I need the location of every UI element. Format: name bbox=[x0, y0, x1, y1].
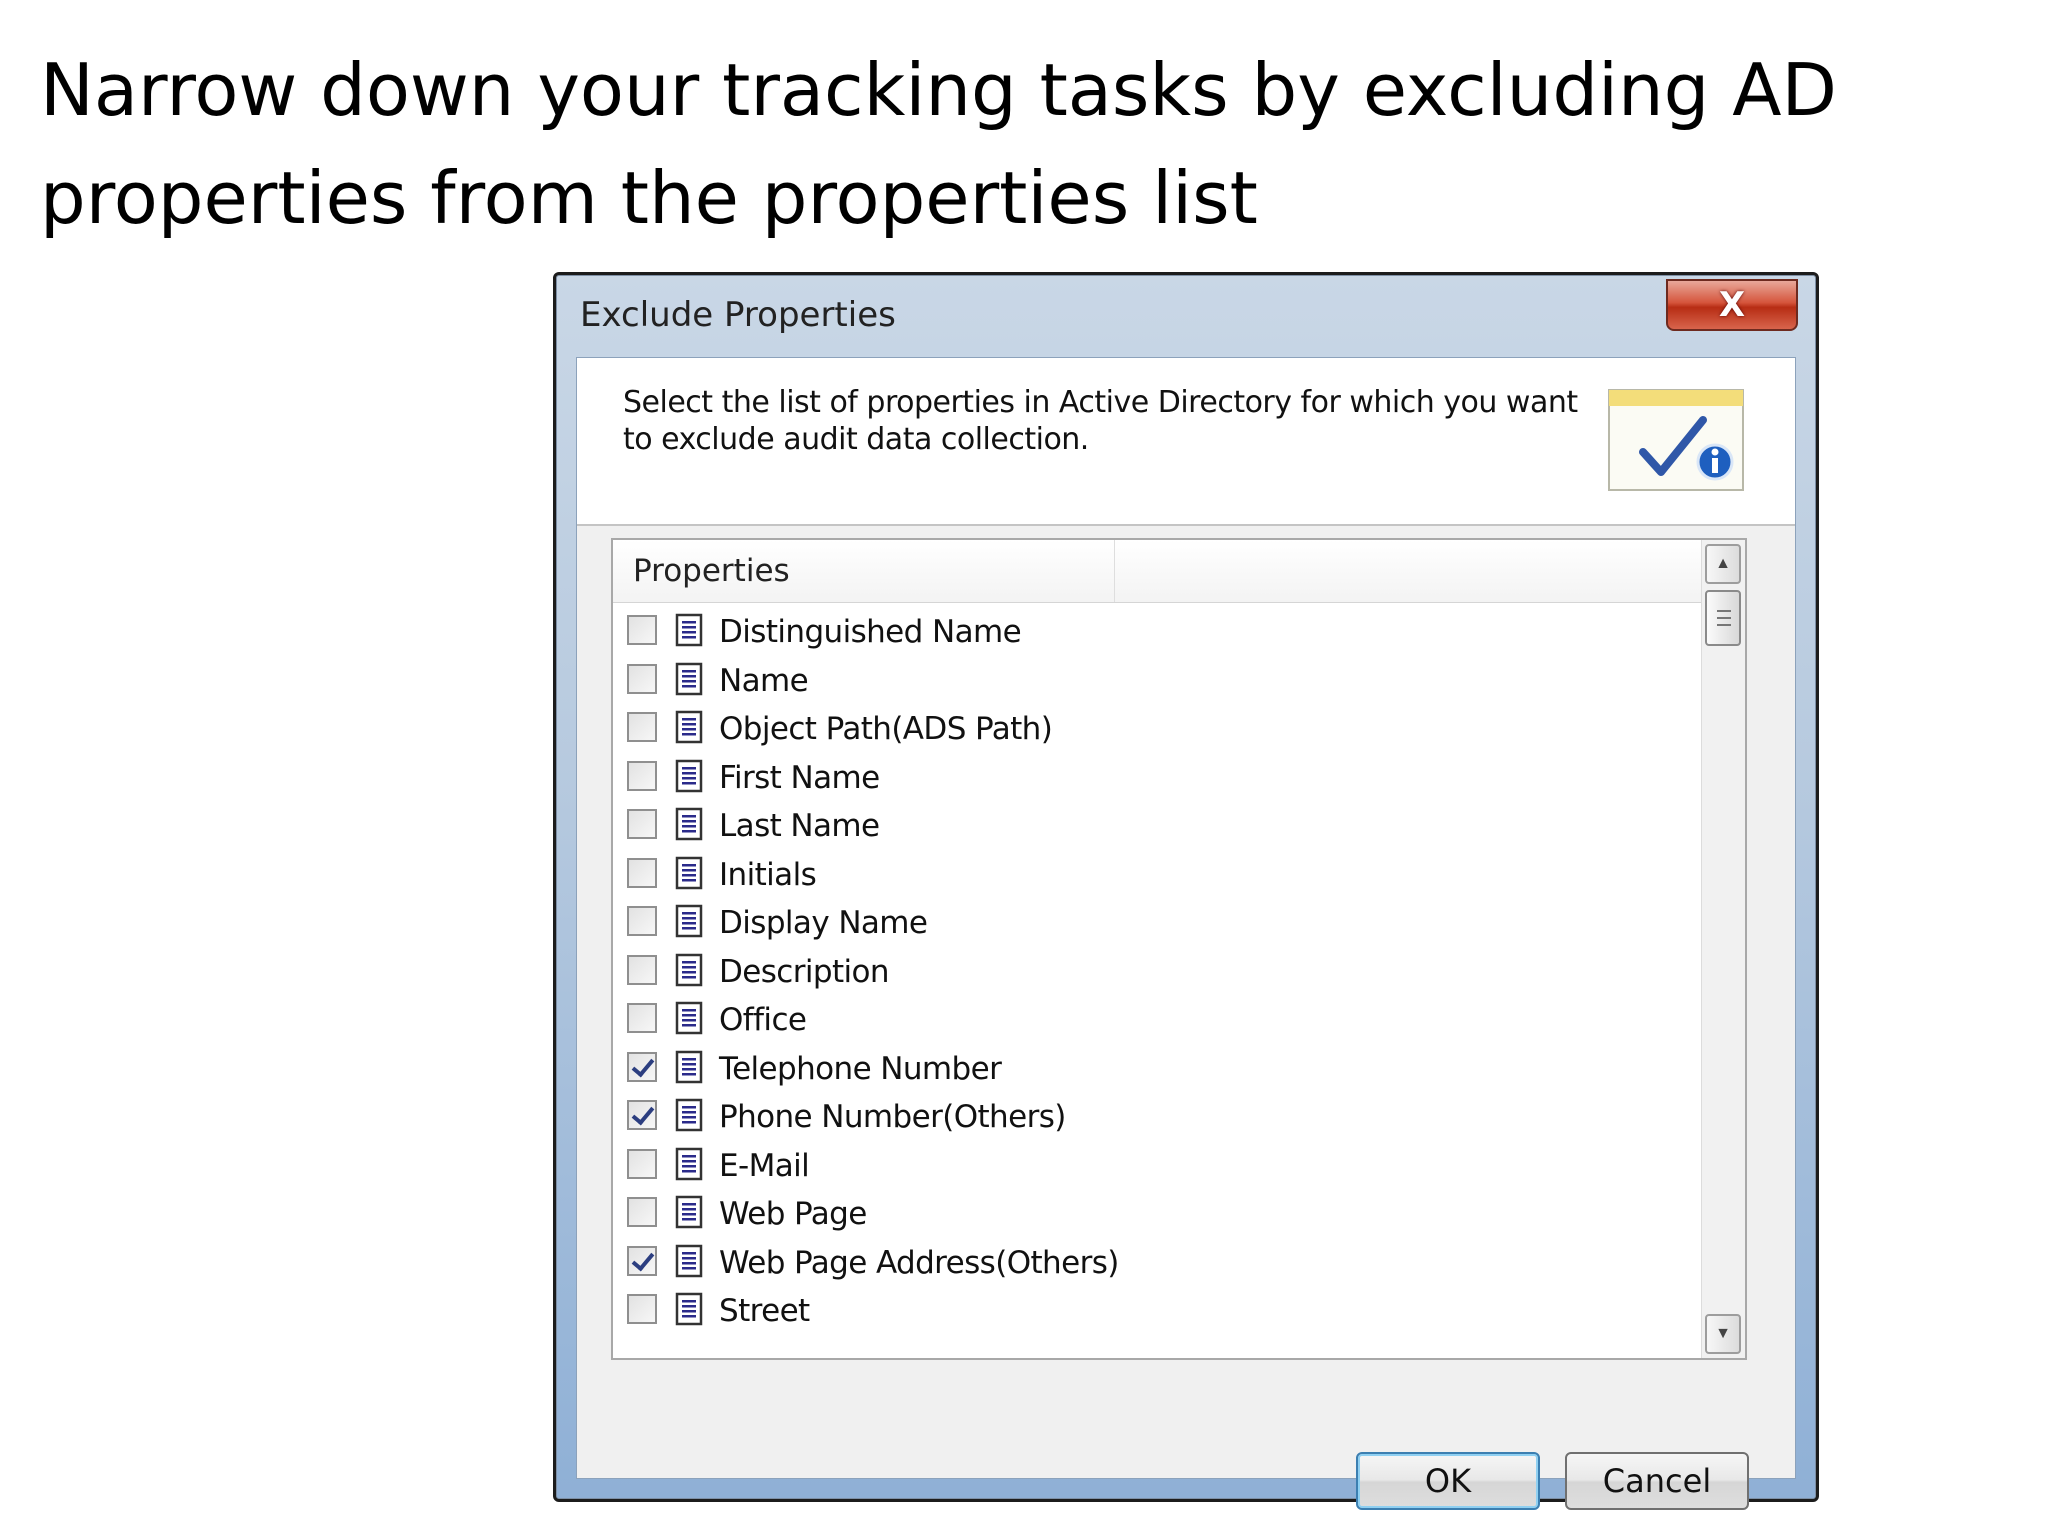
document-icon bbox=[675, 710, 703, 744]
list-item[interactable]: Street bbox=[613, 1287, 1703, 1335]
list-item[interactable]: First Name bbox=[613, 754, 1703, 802]
document-icon bbox=[675, 807, 703, 841]
scroll-thumb[interactable] bbox=[1705, 590, 1741, 646]
close-button[interactable]: X bbox=[1666, 279, 1798, 331]
scroll-down-icon: ▼ bbox=[1715, 1325, 1731, 1342]
document-icon bbox=[675, 662, 703, 695]
property-label: Phone Number(Others) bbox=[719, 1099, 1066, 1135]
property-checkbox[interactable] bbox=[627, 1100, 657, 1130]
list-item[interactable]: Description bbox=[613, 948, 1703, 996]
list-item[interactable]: Office bbox=[613, 996, 1703, 1044]
slide-title: Narrow down your tracking tasks by exclu… bbox=[40, 48, 1837, 240]
list-item[interactable]: Last Name bbox=[613, 802, 1703, 850]
property-label: First Name bbox=[719, 759, 880, 796]
list-item[interactable]: Display Name bbox=[613, 899, 1703, 947]
property-checkbox[interactable] bbox=[627, 1197, 657, 1227]
property-checkbox[interactable] bbox=[627, 1245, 657, 1276]
dialog-title: Exclude Properties bbox=[580, 295, 896, 335]
document-icon bbox=[675, 953, 703, 986]
properties-list[interactable]: Properties Distinguished Name Name Object … bbox=[611, 538, 1747, 1360]
property-label: Distinguished Name bbox=[719, 614, 1022, 650]
property-label: E-Mail bbox=[719, 1147, 810, 1184]
document-icon bbox=[675, 1098, 703, 1132]
property-label: Office bbox=[719, 1002, 807, 1038]
column-header-filler bbox=[1115, 540, 1703, 602]
property-checkbox[interactable] bbox=[627, 809, 657, 839]
list-item[interactable]: Distinguished Name bbox=[613, 608, 1703, 656]
property-checkbox[interactable] bbox=[627, 1294, 657, 1324]
dialog-header-panel: Select the list of properties in Active … bbox=[577, 358, 1795, 526]
document-icon bbox=[675, 1050, 703, 1083]
list-item[interactable]: Phone Number(Others) bbox=[613, 1093, 1703, 1141]
list-item[interactable]: Name bbox=[613, 657, 1703, 705]
document-icon bbox=[675, 1147, 703, 1180]
list-item[interactable]: Web Page bbox=[613, 1190, 1703, 1238]
document-icon bbox=[675, 613, 703, 647]
cancel-button[interactable]: Cancel bbox=[1565, 1452, 1749, 1510]
document-icon bbox=[675, 1292, 703, 1326]
document-icon bbox=[675, 904, 703, 938]
list-item[interactable]: Telephone Number bbox=[613, 1045, 1703, 1093]
document-icon bbox=[675, 856, 703, 889]
document-icon bbox=[675, 1244, 703, 1277]
property-checkbox[interactable] bbox=[627, 1148, 657, 1179]
grip-line bbox=[1717, 617, 1731, 619]
list-rows: Distinguished Name Name Object Path(ADS Pa… bbox=[613, 602, 1703, 1358]
document-icon bbox=[675, 759, 703, 792]
property-label: Street bbox=[719, 1293, 810, 1329]
property-checkbox[interactable] bbox=[627, 1051, 657, 1082]
property-checkbox[interactable] bbox=[627, 954, 657, 985]
property-checkbox[interactable] bbox=[627, 615, 657, 645]
property-checkbox[interactable] bbox=[627, 712, 657, 742]
property-label: Description bbox=[719, 953, 890, 990]
grip-line bbox=[1717, 610, 1731, 612]
property-label: Display Name bbox=[719, 905, 928, 941]
ok-button[interactable]: OK bbox=[1356, 1452, 1540, 1510]
list-header: Properties bbox=[613, 540, 1703, 603]
property-label: Last Name bbox=[719, 808, 880, 844]
close-icon: X bbox=[1718, 285, 1746, 325]
property-label: Telephone Number bbox=[719, 1050, 1002, 1087]
property-checkbox[interactable] bbox=[627, 906, 657, 936]
property-label: Initials bbox=[719, 856, 817, 893]
vertical-scrollbar[interactable]: ▲ ▼ bbox=[1701, 540, 1745, 1358]
checklist-info-icon bbox=[1608, 389, 1744, 491]
dialog-description: Select the list of properties in Active … bbox=[623, 385, 1578, 457]
document-icon bbox=[675, 1195, 703, 1229]
property-checkbox[interactable] bbox=[627, 663, 657, 694]
property-label: Web Page bbox=[719, 1196, 867, 1232]
list-item[interactable]: Initials bbox=[613, 851, 1703, 899]
list-item[interactable]: E-Mail bbox=[613, 1142, 1703, 1190]
property-label: Web Page Address(Others) bbox=[719, 1244, 1119, 1281]
property-label: Object Path(ADS Path) bbox=[719, 711, 1053, 747]
dialog-client-area: Select the list of properties in Active … bbox=[576, 357, 1796, 1510]
property-checkbox[interactable] bbox=[627, 760, 657, 791]
column-header-properties[interactable]: Properties bbox=[613, 540, 1115, 602]
list-item[interactable]: Object Path(ADS Path) bbox=[613, 705, 1703, 753]
grip-line bbox=[1717, 624, 1731, 626]
scroll-up-button[interactable]: ▲ bbox=[1705, 544, 1741, 584]
property-checkbox[interactable] bbox=[627, 857, 657, 888]
property-checkbox[interactable] bbox=[627, 1003, 657, 1033]
list-item[interactable]: Web Page Address(Others) bbox=[613, 1239, 1703, 1287]
dialog-titlebar[interactable]: Exclude Properties X bbox=[556, 275, 1816, 357]
exclude-properties-dialog: Exclude Properties X Select the list of … bbox=[553, 272, 1819, 1510]
document-icon bbox=[675, 1001, 703, 1035]
property-label: Name bbox=[719, 662, 809, 699]
scroll-down-button[interactable]: ▼ bbox=[1705, 1314, 1741, 1354]
scroll-up-icon: ▲ bbox=[1715, 555, 1731, 572]
